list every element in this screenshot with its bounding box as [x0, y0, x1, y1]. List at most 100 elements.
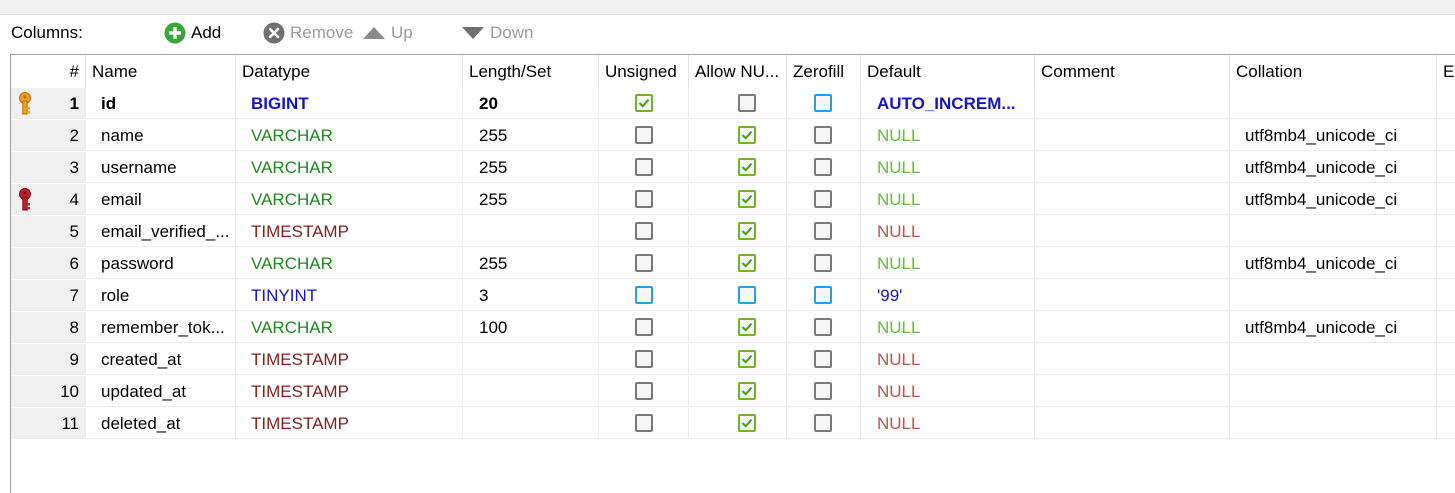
- unsigned-checkbox[interactable]: [635, 350, 653, 368]
- extra-cell[interactable]: [1437, 248, 1455, 279]
- unsigned-cell[interactable]: [599, 280, 689, 311]
- extra-cell[interactable]: [1437, 88, 1455, 119]
- move-down-button[interactable]: Down: [461, 20, 533, 46]
- extra-cell[interactable]: [1437, 344, 1455, 375]
- allow-null-checkbox[interactable]: [738, 190, 756, 208]
- datatype-cell[interactable]: VARCHAR: [236, 152, 463, 183]
- length-cell[interactable]: [463, 216, 599, 247]
- datatype-cell[interactable]: VARCHAR: [236, 248, 463, 279]
- collation-cell[interactable]: [1230, 88, 1437, 119]
- allow-null-cell[interactable]: [689, 120, 787, 151]
- unsigned-checkbox[interactable]: [635, 126, 653, 144]
- zerofill-cell[interactable]: [787, 312, 861, 343]
- allow-null-cell[interactable]: [689, 184, 787, 215]
- datatype-cell[interactable]: BIGINT: [236, 88, 463, 119]
- default-cell[interactable]: NULL: [861, 312, 1035, 343]
- hdr-num[interactable]: #: [11, 55, 86, 88]
- length-cell[interactable]: 255: [463, 152, 599, 183]
- unsigned-checkbox[interactable]: [635, 158, 653, 176]
- datatype-cell[interactable]: TIMESTAMP: [236, 344, 463, 375]
- table-row[interactable]: 2 name VARCHAR 255 NULL utf8mb4_unicode_ci: [11, 120, 1455, 152]
- zerofill-checkbox[interactable]: [814, 126, 832, 144]
- name-cell[interactable]: role: [86, 280, 236, 311]
- length-cell[interactable]: 3: [463, 280, 599, 311]
- extra-cell[interactable]: [1437, 376, 1455, 407]
- allow-null-checkbox[interactable]: [738, 286, 756, 304]
- name-cell[interactable]: deleted_at: [86, 408, 236, 439]
- comment-cell[interactable]: [1035, 216, 1230, 247]
- allow-null-checkbox[interactable]: [738, 318, 756, 336]
- allow-null-cell[interactable]: [689, 248, 787, 279]
- allow-null-cell[interactable]: [689, 312, 787, 343]
- unsigned-cell[interactable]: [599, 376, 689, 407]
- allow-null-checkbox[interactable]: [738, 350, 756, 368]
- datatype-cell[interactable]: VARCHAR: [236, 184, 463, 215]
- table-row[interactable]: 7 role TINYINT 3 '99': [11, 280, 1455, 312]
- unsigned-cell[interactable]: [599, 216, 689, 247]
- extra-cell[interactable]: [1437, 408, 1455, 439]
- unsigned-cell[interactable]: [599, 248, 689, 279]
- unsigned-cell[interactable]: [599, 408, 689, 439]
- unsigned-checkbox[interactable]: [635, 94, 653, 112]
- hdr-unsigned[interactable]: Unsigned: [599, 55, 689, 88]
- collation-cell[interactable]: utf8mb4_unicode_ci: [1230, 152, 1437, 183]
- zerofill-cell[interactable]: [787, 376, 861, 407]
- comment-cell[interactable]: [1035, 248, 1230, 279]
- zerofill-cell[interactable]: [787, 88, 861, 119]
- default-cell[interactable]: NULL: [861, 344, 1035, 375]
- length-cell[interactable]: 255: [463, 248, 599, 279]
- datatype-cell[interactable]: TINYINT: [236, 280, 463, 311]
- allow-null-cell[interactable]: [689, 152, 787, 183]
- add-column-button[interactable]: Add: [164, 20, 221, 46]
- unsigned-checkbox[interactable]: [635, 414, 653, 432]
- table-row[interactable]: 9 created_at TIMESTAMP NULL: [11, 344, 1455, 376]
- zerofill-checkbox[interactable]: [814, 190, 832, 208]
- length-cell[interactable]: [463, 376, 599, 407]
- name-cell[interactable]: remember_tok...: [86, 312, 236, 343]
- default-cell[interactable]: NULL: [861, 184, 1035, 215]
- table-row[interactable]: 4 email VARCHAR 255 NULL utf8mb4_unicode_ci: [11, 184, 1455, 216]
- datatype-cell[interactable]: VARCHAR: [236, 120, 463, 151]
- allow-null-cell[interactable]: [689, 88, 787, 119]
- zerofill-cell[interactable]: [787, 120, 861, 151]
- zerofill-cell[interactable]: [787, 152, 861, 183]
- comment-cell[interactable]: [1035, 184, 1230, 215]
- unsigned-cell[interactable]: [599, 152, 689, 183]
- zerofill-checkbox[interactable]: [814, 350, 832, 368]
- length-cell[interactable]: [463, 344, 599, 375]
- unsigned-checkbox[interactable]: [635, 318, 653, 336]
- allow-null-checkbox[interactable]: [738, 158, 756, 176]
- collation-cell[interactable]: [1230, 408, 1437, 439]
- extra-cell[interactable]: [1437, 216, 1455, 247]
- length-cell[interactable]: [463, 408, 599, 439]
- allow-null-cell[interactable]: [689, 280, 787, 311]
- zerofill-cell[interactable]: [787, 408, 861, 439]
- zerofill-cell[interactable]: [787, 216, 861, 247]
- length-cell[interactable]: 100: [463, 312, 599, 343]
- allow-null-cell[interactable]: [689, 376, 787, 407]
- default-cell[interactable]: '99': [861, 280, 1035, 311]
- zerofill-checkbox[interactable]: [814, 414, 832, 432]
- length-cell[interactable]: 20: [463, 88, 599, 119]
- comment-cell[interactable]: [1035, 312, 1230, 343]
- table-row[interactable]: 3 username VARCHAR 255 NULL utf8mb4_unicode_c…: [11, 152, 1455, 184]
- unsigned-checkbox[interactable]: [635, 254, 653, 272]
- unsigned-checkbox[interactable]: [635, 286, 653, 304]
- move-up-button[interactable]: Up: [362, 20, 413, 46]
- length-cell[interactable]: 255: [463, 120, 599, 151]
- allow-null-checkbox[interactable]: [738, 222, 756, 240]
- unsigned-checkbox[interactable]: [635, 222, 653, 240]
- zerofill-cell[interactable]: [787, 248, 861, 279]
- zerofill-checkbox[interactable]: [814, 318, 832, 336]
- allow-null-checkbox[interactable]: [738, 414, 756, 432]
- default-cell[interactable]: NULL: [861, 248, 1035, 279]
- unsigned-checkbox[interactable]: [635, 190, 653, 208]
- extra-cell[interactable]: [1437, 312, 1455, 343]
- collation-cell[interactable]: utf8mb4_unicode_ci: [1230, 184, 1437, 215]
- extra-cell[interactable]: [1437, 152, 1455, 183]
- allow-null-cell[interactable]: [689, 344, 787, 375]
- default-cell[interactable]: NULL: [861, 152, 1035, 183]
- comment-cell[interactable]: [1035, 408, 1230, 439]
- hdr-comment[interactable]: Comment: [1035, 55, 1230, 88]
- collation-cell[interactable]: [1230, 280, 1437, 311]
